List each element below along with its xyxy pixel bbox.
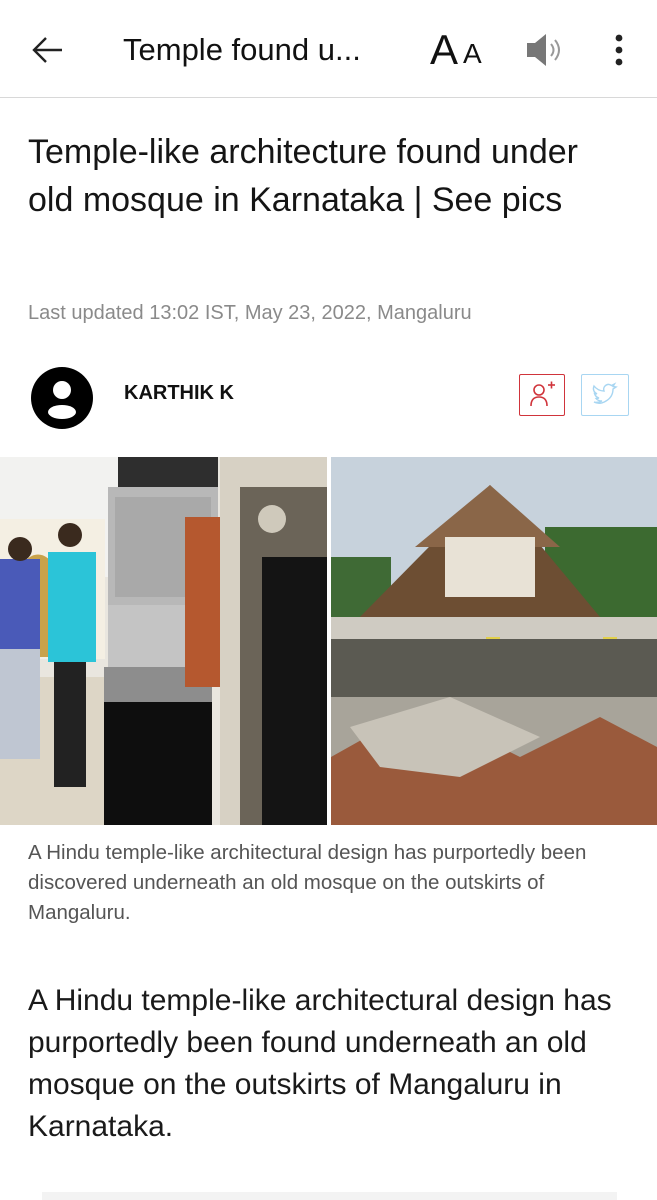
author-avatar-icon	[31, 367, 93, 429]
article-headline: Temple-like architecture found under old…	[28, 133, 578, 219]
twitter-share-button[interactable]	[581, 374, 629, 416]
author-name[interactable]: KARTHIK K	[124, 382, 234, 405]
more-options-button[interactable]	[605, 28, 633, 72]
follow-author-button[interactable]	[519, 374, 565, 416]
photo-caption: A Hindu temple-like architectural design…	[28, 841, 587, 924]
toolbar-title: Temple found u...	[123, 32, 361, 67]
back-button[interactable]	[28, 28, 68, 72]
listen-button[interactable]	[522, 28, 570, 72]
more-vert-icon	[615, 34, 623, 66]
article-lead-paragraph: A Hindu temple-like architectural design…	[28, 984, 612, 1143]
top-app-bar: Temple found u... A A	[0, 0, 657, 98]
content-divider	[42, 1192, 617, 1200]
back-arrow-icon	[32, 37, 62, 63]
text-size-icon-large: A	[430, 26, 459, 73]
text-size-button[interactable]: A A	[426, 22, 490, 76]
article-photo	[0, 457, 657, 825]
speaker-icon	[527, 34, 560, 66]
last-updated-text: Last updated 13:02 IST, May 23, 2022, Ma…	[28, 302, 472, 324]
twitter-bird-icon	[592, 382, 618, 404]
add-person-icon	[530, 381, 555, 407]
text-size-icon-small: A	[463, 38, 482, 69]
